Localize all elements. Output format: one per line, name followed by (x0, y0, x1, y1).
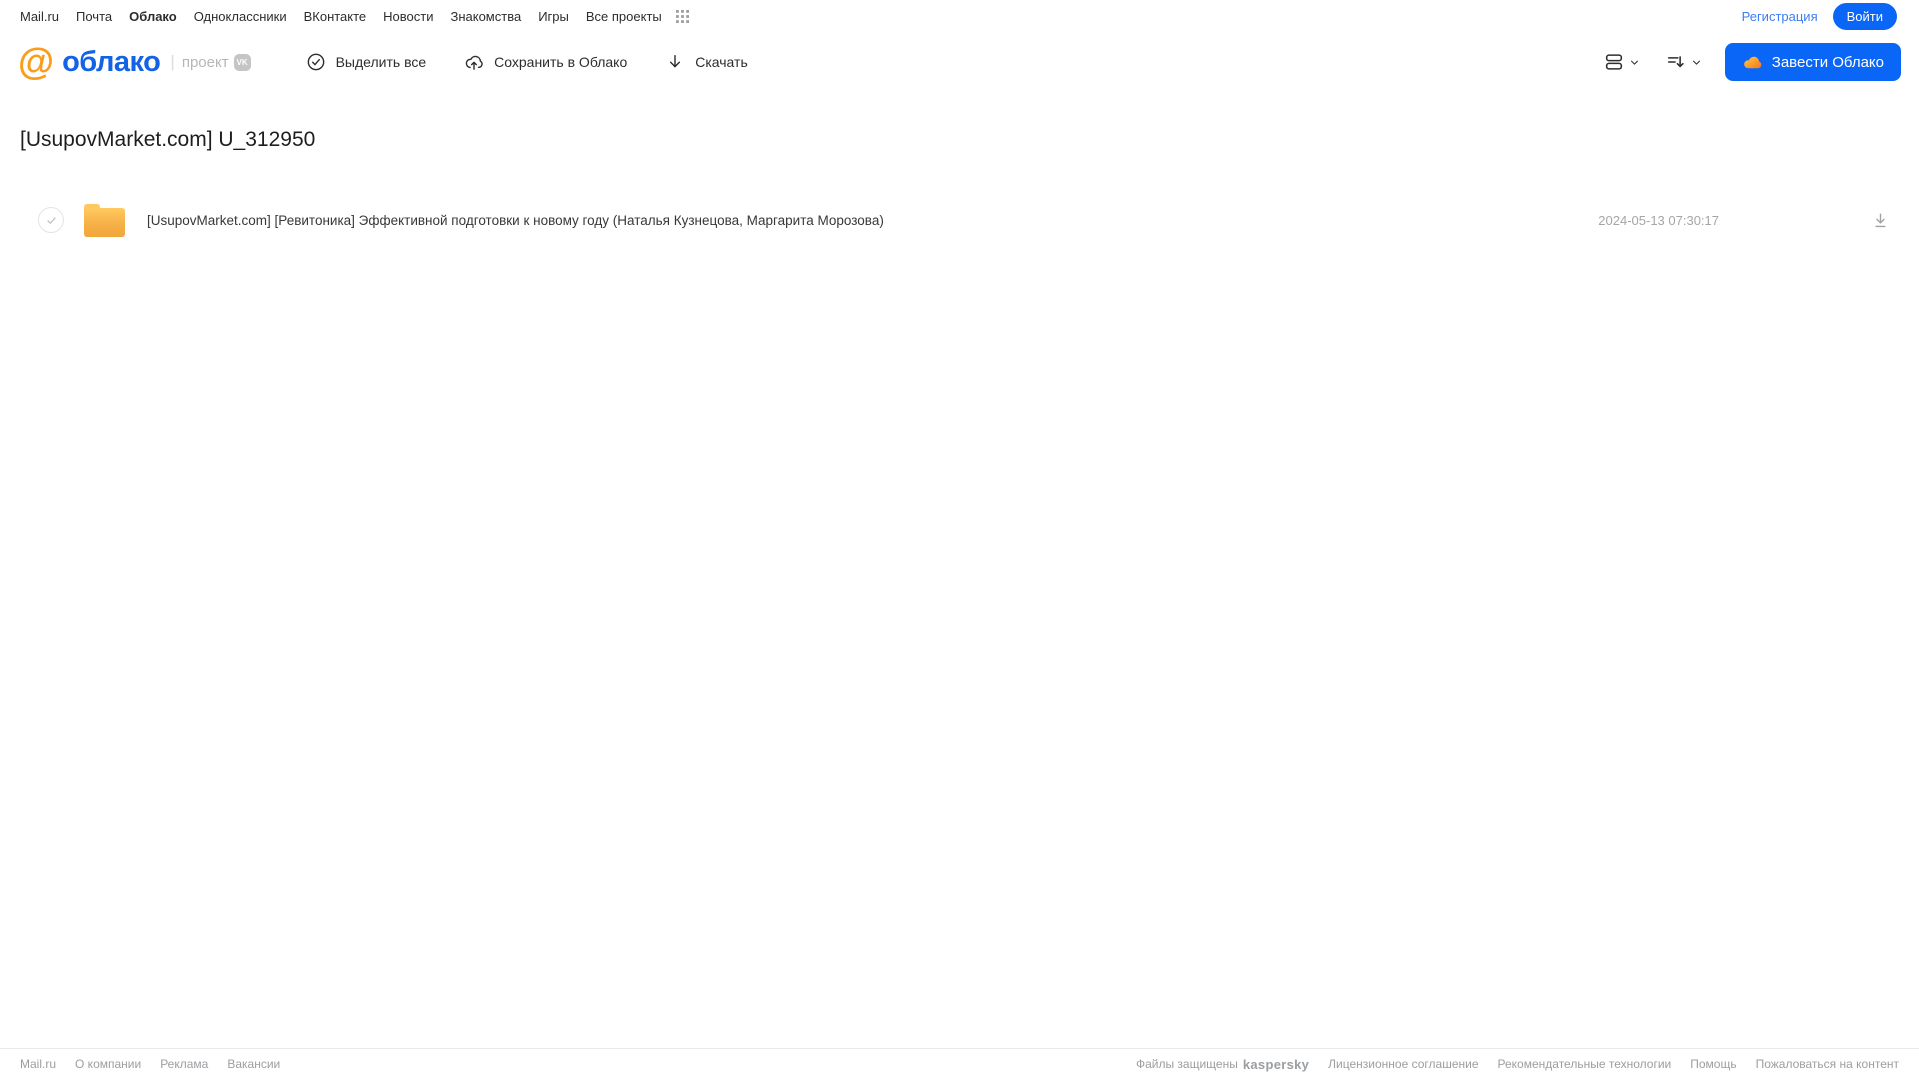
download-icon (665, 52, 685, 72)
nav-link-vkontakte[interactable]: ВКонтакте (304, 9, 367, 24)
header-right-controls: Завести Облако (1603, 43, 1901, 81)
select-all-button[interactable]: Выделить все (306, 52, 427, 72)
download-button[interactable]: Скачать (665, 52, 748, 72)
footer-link-ads[interactable]: Реклама (160, 1057, 208, 1071)
projects-nav: Mail.ru Почта Облако Одноклассники ВКонт… (20, 9, 689, 24)
login-button[interactable]: Войти (1832, 3, 1897, 30)
project-label: проект (181, 53, 229, 71)
row-download-button[interactable] (1871, 211, 1890, 230)
sort-icon (1667, 56, 1684, 68)
kaspersky-protection: Файлы защищены kaspersky (1136, 1057, 1309, 1072)
chevron-down-icon (1630, 60, 1638, 65)
check-icon (46, 216, 56, 224)
logo-divider: | (170, 52, 175, 71)
footer: Mail.ru О компании Реклама Вакансии Файл… (0, 1048, 1919, 1079)
save-to-cloud-button[interactable]: Сохранить в Облако (464, 52, 627, 72)
get-cloud-label: Завести Облако (1771, 53, 1884, 71)
cloud-upload-icon (464, 52, 484, 72)
kaspersky-link[interactable]: kaspersky (1243, 1057, 1309, 1072)
brand-wordmark: облако (62, 45, 161, 78)
file-row[interactable]: [UsupovMarket.com] [Ревитоника] Эффектив… (20, 198, 1899, 242)
cloud-logo[interactable]: @ облако | проект VK (18, 41, 251, 82)
footer-link-mailru[interactable]: Mail.ru (20, 1057, 56, 1071)
footer-right-links: Файлы защищены kaspersky Лицензионное со… (1136, 1057, 1899, 1072)
header: @ облако | проект VK Выделить все Сохран… (0, 33, 1919, 91)
main-content: [UsupovMarket.com] U_312950 [UsupovMarke… (0, 127, 1919, 242)
nav-link-odnoklassniki[interactable]: Одноклассники (194, 9, 287, 24)
nav-link-znakomstva[interactable]: Знакомства (450, 9, 521, 24)
nav-link-vse-proekty[interactable]: Все проекты (586, 9, 662, 24)
footer-left-links: Mail.ru О компании Реклама Вакансии (20, 1057, 280, 1071)
footer-link-recommendation-tech[interactable]: Рекомендательные технологии (1498, 1057, 1672, 1071)
top-utility-bar: Mail.ru Почта Облако Одноклассники ВКонт… (0, 0, 1919, 33)
file-toolbar: Выделить все Сохранить в Облако Скачать (306, 52, 748, 72)
nav-link-novosti[interactable]: Новости (383, 9, 433, 24)
nav-link-oblako[interactable]: Облако (129, 9, 177, 24)
vk-badge-icon: VK (233, 53, 251, 71)
register-link[interactable]: Регистрация (1742, 9, 1818, 24)
download-underline-icon (1875, 212, 1886, 227)
auth-area: Регистрация Войти (1742, 3, 1897, 30)
download-label: Скачать (695, 54, 748, 70)
all-projects-grid-icon[interactable] (675, 10, 689, 23)
get-cloud-button[interactable]: Завести Облако (1724, 43, 1901, 81)
row-checkbox[interactable] (38, 207, 64, 233)
select-all-label: Выделить все (335, 54, 427, 70)
file-name-link[interactable]: [UsupovMarket.com] [Ревитоника] Эффектив… (147, 213, 884, 228)
check-circle-icon (306, 52, 326, 72)
view-mode-dropdown[interactable] (1603, 51, 1641, 73)
sort-dropdown[interactable] (1665, 51, 1703, 73)
cloud-icon (1743, 56, 1762, 68)
file-list: [UsupovMarket.com] [Ревитоника] Эффектив… (20, 198, 1899, 242)
footer-link-jobs[interactable]: Вакансии (227, 1057, 280, 1071)
footer-link-help[interactable]: Помощь (1690, 1057, 1736, 1071)
protected-label: Файлы защищены (1135, 1057, 1238, 1071)
footer-link-about[interactable]: О компании (75, 1057, 141, 1071)
nav-link-igry[interactable]: Игры (538, 9, 569, 24)
footer-link-license[interactable]: Лицензионное соглашение (1328, 1057, 1478, 1071)
view-mode-icon (1605, 54, 1622, 70)
chevron-down-icon (1692, 60, 1700, 65)
mailru-at-icon: @ (18, 41, 55, 82)
page-title: [UsupovMarket.com] U_312950 (20, 128, 316, 151)
folder-icon (84, 203, 125, 237)
nav-link-pochta[interactable]: Почта (76, 9, 112, 24)
save-to-cloud-label: Сохранить в Облако (494, 54, 628, 70)
nav-link-mailru[interactable]: Mail.ru (20, 9, 59, 24)
file-date: 2024-05-13 07:30:17 (1598, 212, 1719, 228)
footer-link-report-content[interactable]: Пожаловаться на контент (1756, 1057, 1899, 1071)
